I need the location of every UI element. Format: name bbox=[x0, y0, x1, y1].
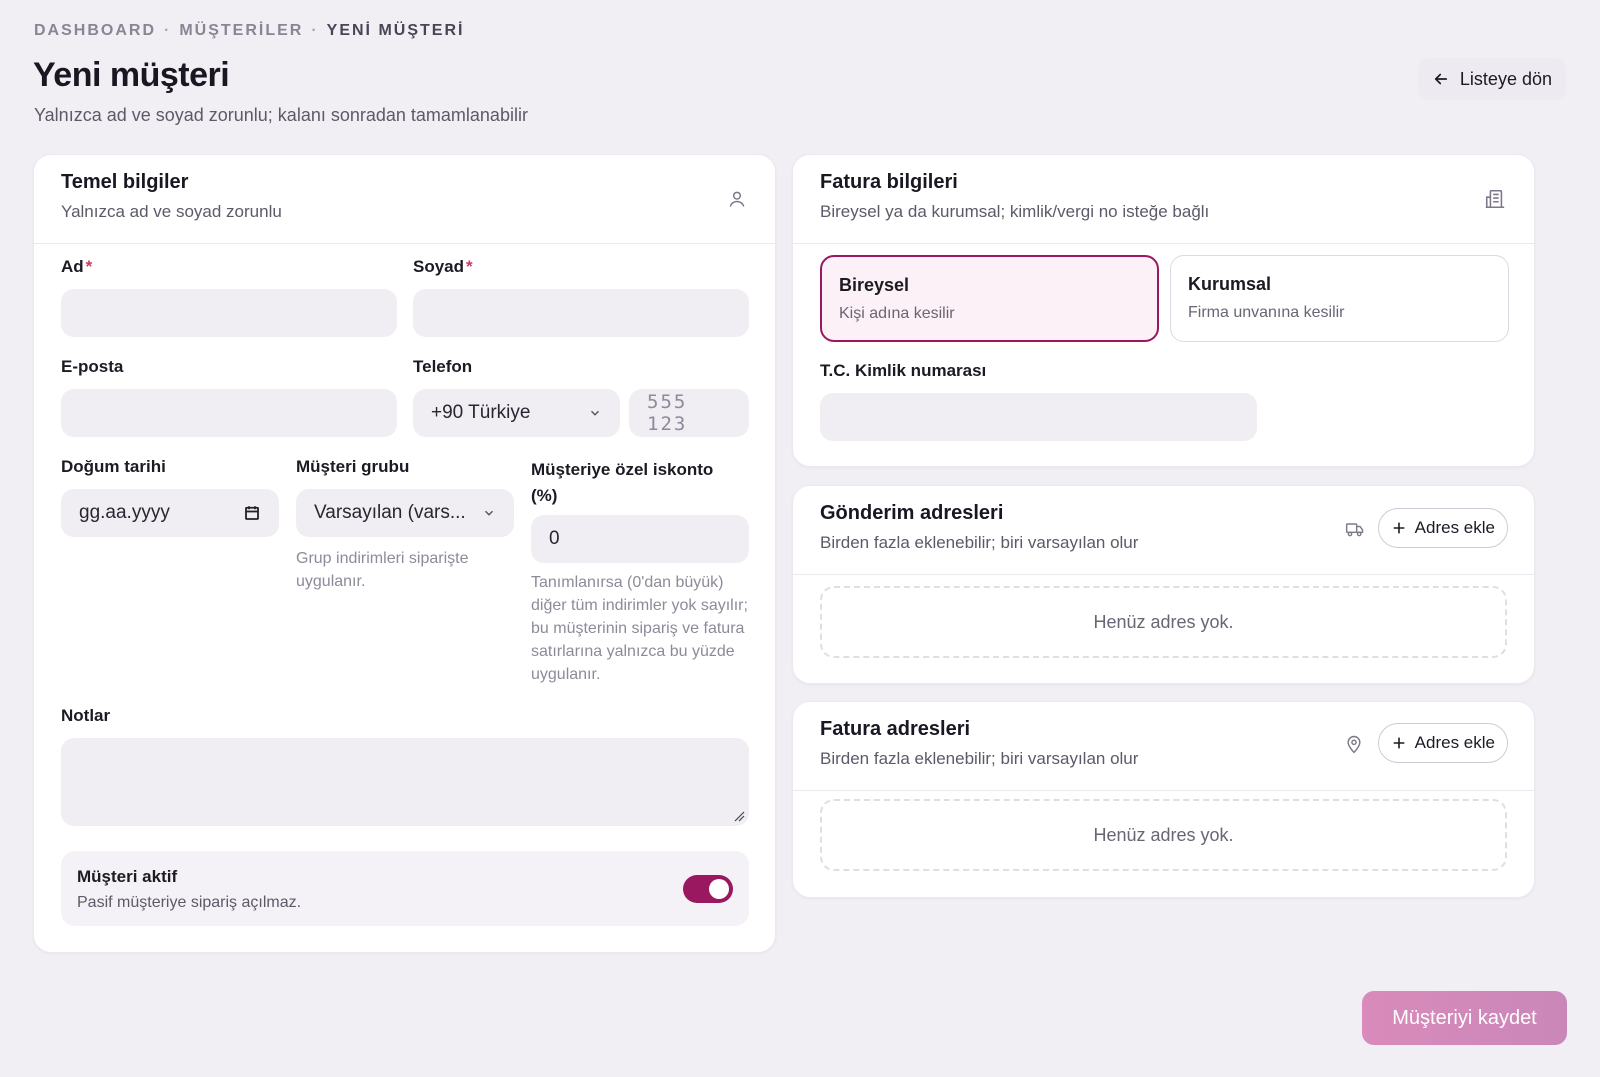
corporate-title: Kurumsal bbox=[1188, 274, 1272, 294]
last-name-label: Soyad * bbox=[413, 257, 473, 276]
add-invoice-address-label: Adres ekle bbox=[1414, 733, 1495, 752]
back-to-list-button[interactable]: Listeye dön bbox=[1417, 58, 1566, 100]
breadcrumb-separator: · bbox=[164, 22, 172, 39]
invoice-addresses-empty: Henüz adres yok. bbox=[820, 799, 1507, 871]
individual-subtitle: Kişi adına kesilir bbox=[839, 305, 955, 322]
customer-group-select[interactable]: Varsayılan (vars... bbox=[296, 489, 514, 537]
first-name-input[interactable] bbox=[61, 289, 397, 337]
page-subtitle: Yalnızca ad ve soyad zorunlu; kalanı son… bbox=[34, 105, 528, 125]
breadcrumb-new-customer: YENİ MÜŞTERİ bbox=[326, 22, 465, 39]
breadcrumb-separator: · bbox=[311, 22, 319, 39]
phone-country-select[interactable]: +90 Türkiye bbox=[413, 389, 620, 437]
required-mark: * bbox=[466, 257, 473, 276]
basic-info-card: Temel bilgiler Yalnızca ad ve soyad zoru… bbox=[33, 154, 776, 953]
customer-active-row: Müşteri aktif Pasif müşteriye sipariş aç… bbox=[61, 851, 749, 926]
chevron-down-icon bbox=[591, 410, 599, 416]
customer-group-label: Müşteri grubu bbox=[296, 457, 410, 476]
billing-type-corporate[interactable]: Kurumsal Firma unvanına kesilir bbox=[1170, 255, 1509, 342]
customer-active-subtitle: Pasif müşteriye sipariş açılmaz. bbox=[77, 894, 302, 911]
discount-hint: Tanımlanırsa (0'dan büyük) diğer tüm ind… bbox=[531, 574, 748, 683]
customer-active-title: Müşteri aktif bbox=[77, 867, 178, 886]
shipping-addresses-header: Gönderim adresleri Birden fazla eklenebi… bbox=[793, 486, 1534, 575]
map-pin-icon bbox=[1347, 735, 1361, 754]
building-icon bbox=[1485, 189, 1505, 209]
last-name-input[interactable] bbox=[413, 289, 749, 337]
basic-info-header: Temel bilgiler Yalnızca ad ve soyad zoru… bbox=[34, 155, 775, 244]
invoice-addresses-header: Fatura adresleri Birden fazla eklenebili… bbox=[793, 702, 1534, 791]
customer-group-hint: Grup indirimleri siparişte uygulanır. bbox=[296, 550, 469, 590]
customer-active-toggle[interactable] bbox=[683, 875, 733, 903]
basic-info-subtitle: Yalnızca ad ve soyad zorunlu bbox=[61, 202, 282, 221]
discount-label: Müşteriye özel iskonto (%) bbox=[531, 460, 714, 505]
arrow-left-icon bbox=[1434, 73, 1447, 85]
plus-icon bbox=[1393, 522, 1405, 534]
discount-value: 0 bbox=[549, 528, 560, 549]
billing-info-title: Fatura bilgileri bbox=[820, 171, 958, 193]
email-input[interactable] bbox=[61, 389, 397, 437]
basic-info-title: Temel bilgiler bbox=[61, 171, 189, 193]
shipping-addresses-card: Gönderim adresleri Birden fazla eklenebi… bbox=[792, 485, 1535, 684]
resize-handle-icon[interactable] bbox=[733, 810, 745, 822]
phone-number-placeholder: 555 123 bbox=[647, 391, 688, 435]
user-icon bbox=[729, 191, 745, 207]
birth-date-placeholder: gg.aa.yyyy bbox=[79, 502, 170, 523]
required-mark: * bbox=[85, 257, 93, 276]
phone-number-input[interactable]: 555 123 bbox=[629, 389, 749, 437]
notes-label: Notlar bbox=[61, 706, 111, 725]
birth-date-label: Doğum tarihi bbox=[61, 457, 166, 476]
birth-date-input[interactable]: gg.aa.yyyy bbox=[61, 489, 279, 537]
first-name-label: Ad * bbox=[61, 257, 93, 276]
tc-id-input[interactable] bbox=[820, 393, 1257, 441]
discount-input[interactable]: 0 bbox=[531, 515, 749, 563]
calendar-icon[interactable] bbox=[243, 504, 261, 522]
save-customer-button[interactable]: Müşteriyi kaydet bbox=[1362, 991, 1567, 1045]
breadcrumb-dashboard[interactable]: DASHBOARD bbox=[34, 22, 156, 40]
chevron-down-icon bbox=[485, 510, 493, 516]
page-title: Yeni müşteri bbox=[33, 56, 230, 94]
breadcrumb-customers[interactable]: MÜŞTERİLER bbox=[179, 22, 303, 40]
customer-group-value: Varsayılan (vars... bbox=[314, 502, 466, 523]
tc-id-label: T.C. Kimlik numarası bbox=[820, 361, 987, 380]
billing-type-individual[interactable]: Bireysel Kişi adına kesilir bbox=[820, 255, 1159, 342]
add-invoice-address-button[interactable]: Adres ekle bbox=[1377, 723, 1508, 763]
truck-icon bbox=[1345, 523, 1364, 537]
phone-label: Telefon bbox=[413, 357, 473, 376]
plus-icon bbox=[1393, 737, 1405, 749]
back-to-list-label: Listeye dön bbox=[1459, 68, 1552, 89]
billing-info-card: Fatura bilgileri Bireysel ya da kurumsal… bbox=[792, 154, 1535, 467]
phone-country-value: +90 Türkiye bbox=[431, 402, 531, 423]
email-label: E-posta bbox=[61, 357, 124, 376]
billing-info-subtitle: Bireysel ya da kurumsal; kimlik/vergi no… bbox=[820, 202, 1210, 221]
shipping-addresses-empty: Henüz adres yok. bbox=[820, 586, 1507, 658]
add-shipping-address-button[interactable]: Adres ekle bbox=[1377, 508, 1508, 548]
invoice-addresses-card: Fatura adresleri Birden fazla eklenebili… bbox=[792, 701, 1535, 898]
notes-textarea[interactable] bbox=[61, 738, 749, 826]
billing-info-header: Fatura bilgileri Bireysel ya da kurumsal… bbox=[793, 155, 1534, 244]
breadcrumb: DASHBOARD · MÜŞTERİLER · YENİ MÜŞTERİ bbox=[34, 22, 464, 40]
add-shipping-address-label: Adres ekle bbox=[1414, 518, 1495, 537]
corporate-subtitle: Firma unvanına kesilir bbox=[1188, 304, 1345, 321]
toggle-knob bbox=[709, 879, 729, 899]
individual-title: Bireysel bbox=[839, 275, 910, 295]
